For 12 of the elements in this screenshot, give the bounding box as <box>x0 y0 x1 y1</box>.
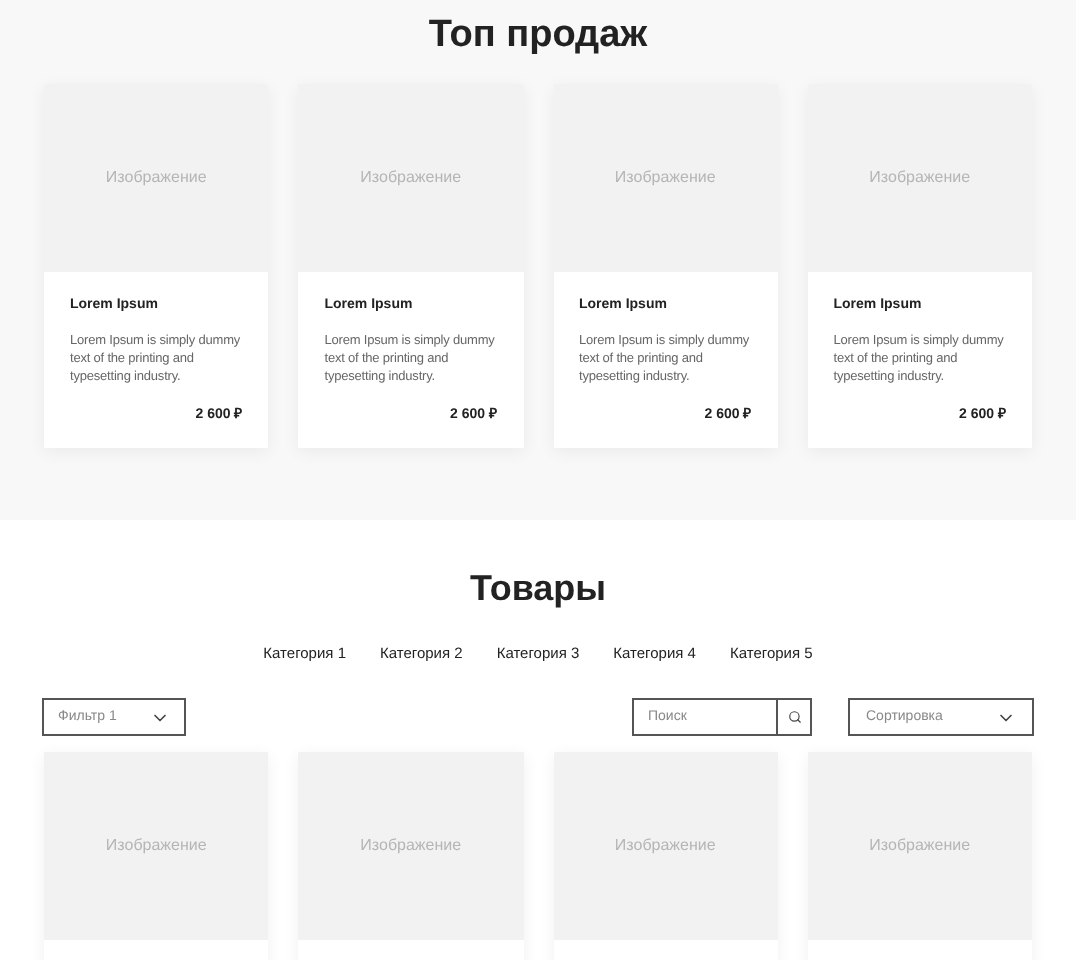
search-button[interactable] <box>776 698 812 737</box>
image-label: Изображение <box>360 834 462 859</box>
image-label: Изображение <box>105 166 207 190</box>
section-title: Товары <box>467 566 609 612</box>
image-label: Изображение <box>360 166 462 190</box>
image-label: Изображение <box>614 834 716 859</box>
image-label: Изображение <box>869 834 971 859</box>
search-icon <box>787 710 801 725</box>
section-title: Топ продаж <box>426 12 650 60</box>
image-label: Изображение <box>105 834 207 859</box>
image-label: Изображение <box>614 166 716 190</box>
image-label: Изображение <box>869 166 971 190</box>
